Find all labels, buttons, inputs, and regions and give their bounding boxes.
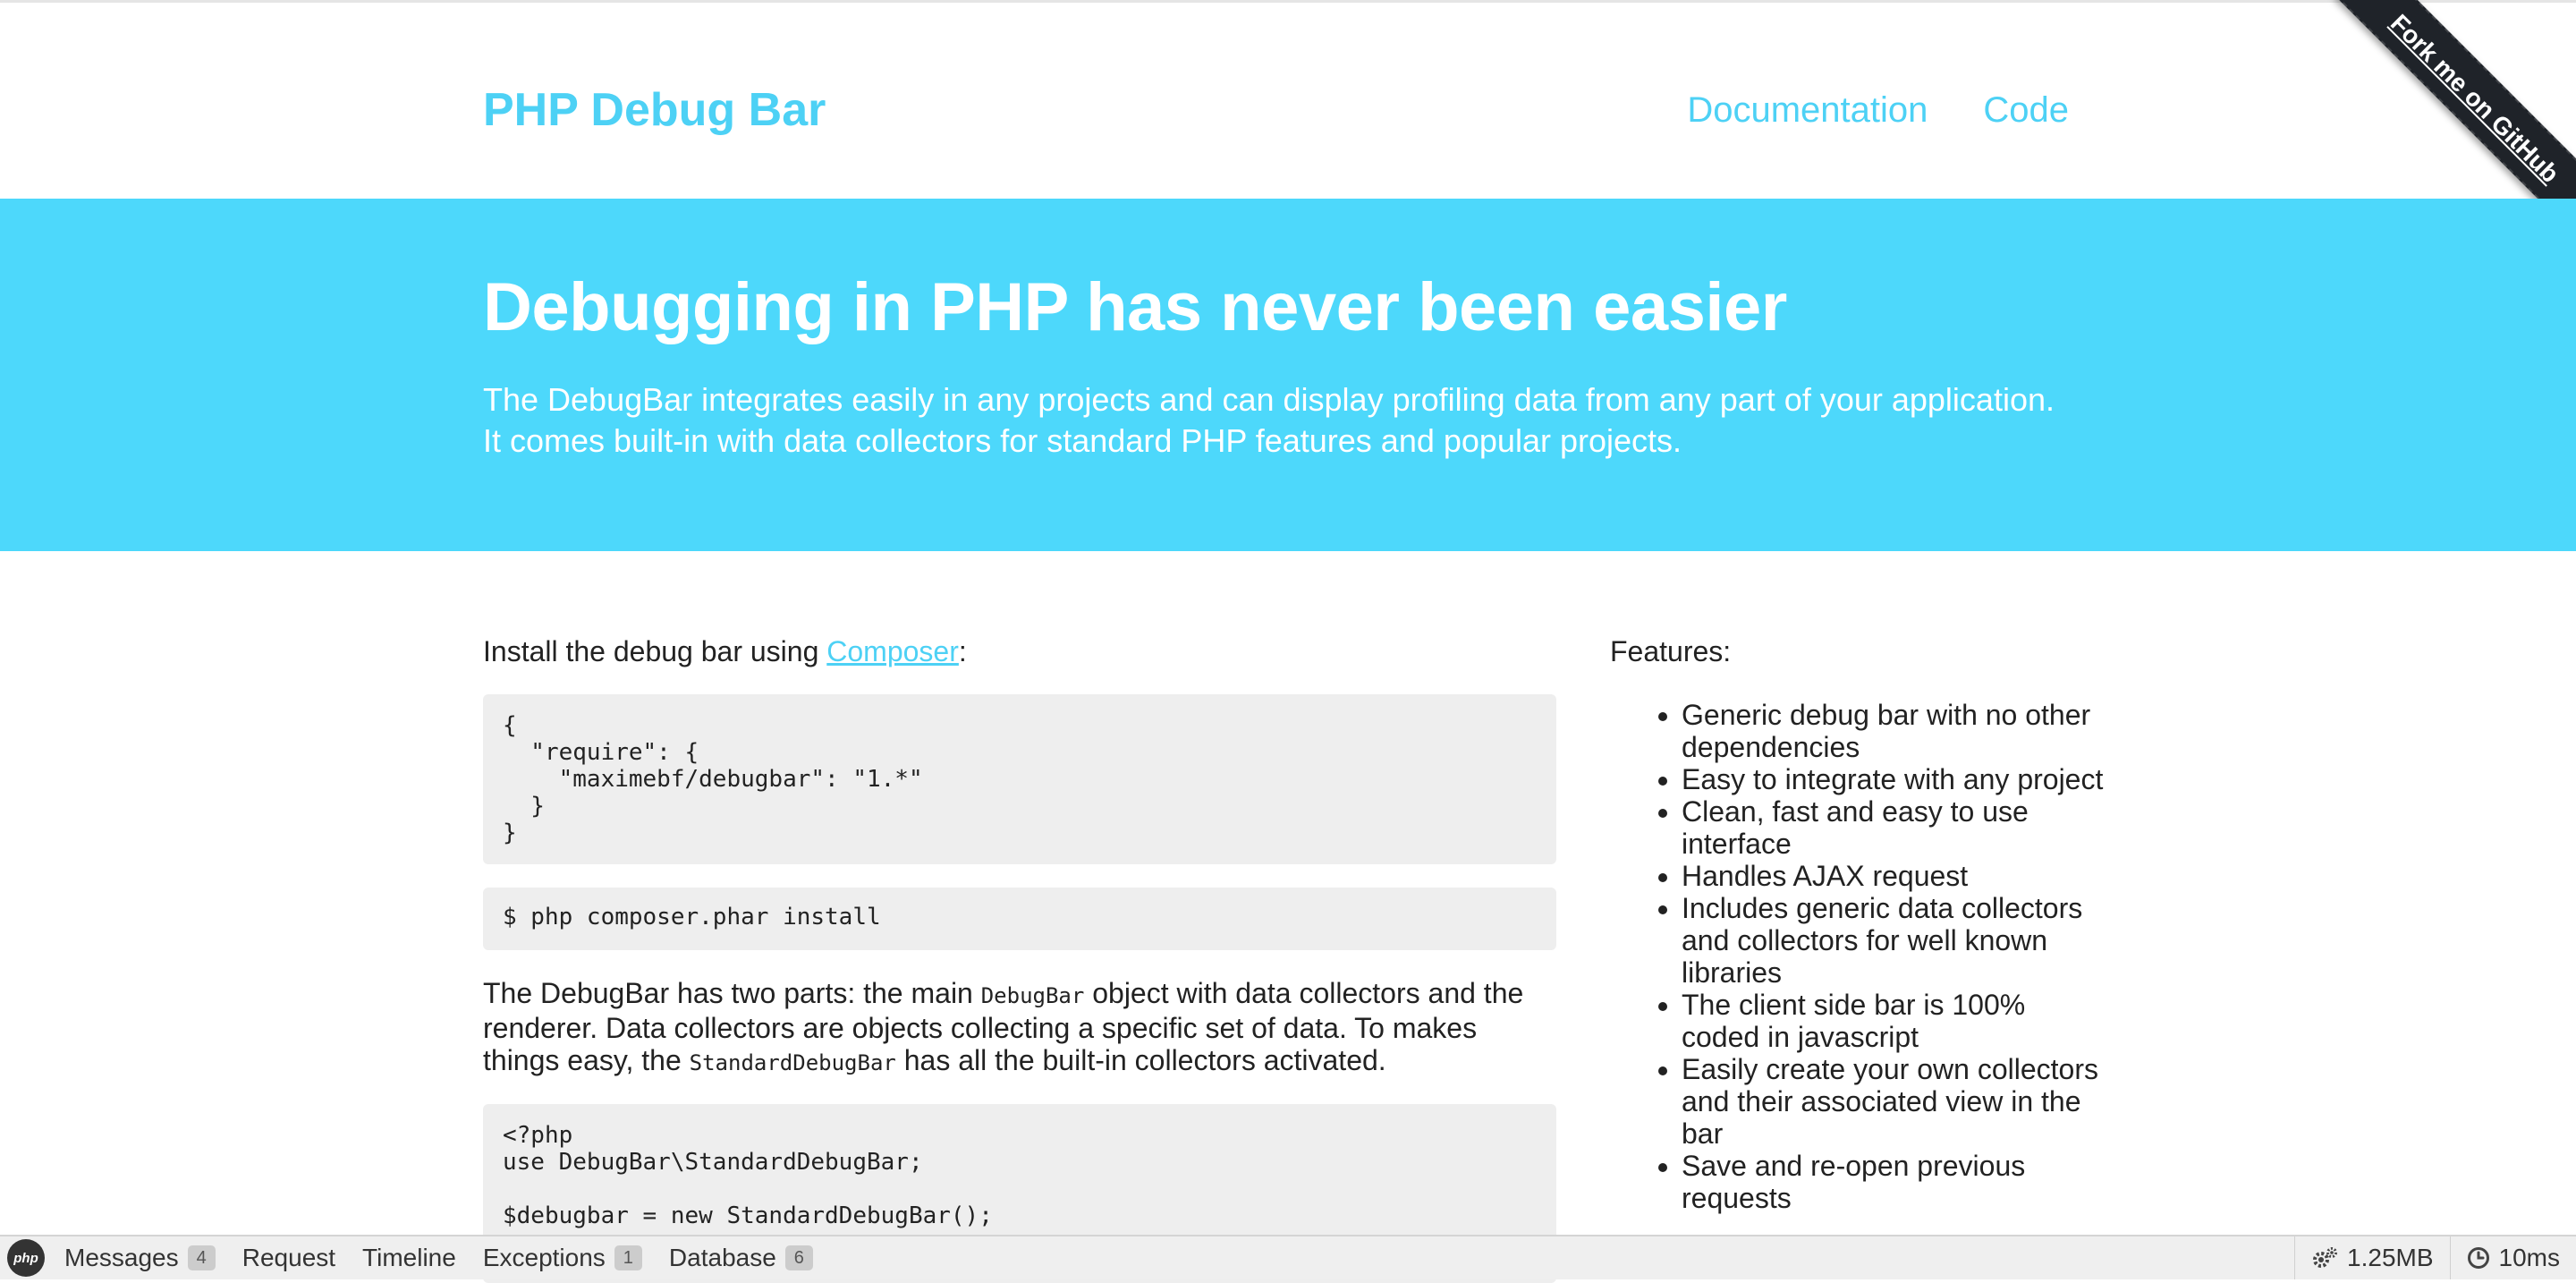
- clock-icon: [2467, 1246, 2490, 1270]
- para-text-1: The DebugBar has two parts: the main: [483, 977, 981, 1009]
- nav-documentation[interactable]: Documentation: [1687, 90, 1928, 131]
- feature-item: Save and re-open previous requests: [1682, 1150, 2111, 1214]
- feature-item: Easy to integrate with any project: [1682, 763, 2111, 795]
- feature-item: Easily create your own collectors and th…: [1682, 1053, 2111, 1150]
- install-suffix: :: [958, 635, 967, 667]
- tab-badge: 4: [187, 1245, 216, 1270]
- debugbar-tab-timeline[interactable]: Timeline: [362, 1244, 456, 1272]
- code-block-install-command: $ php composer.phar install: [483, 888, 1556, 950]
- hero-description: The DebugBar integrates easily in any pr…: [483, 381, 2055, 459]
- tab-label: Exceptions: [482, 1244, 606, 1271]
- features-sidebar: Features: Generic debug bar with no othe…: [1610, 635, 2111, 1214]
- request-duration-indicator[interactable]: 10ms: [2449, 1236, 2576, 1279]
- php-logo-icon[interactable]: php: [7, 1239, 45, 1277]
- hero-title: Debugging in PHP has never been easier: [483, 269, 1787, 345]
- features-list: Generic debug bar with no other dependen…: [1610, 699, 2111, 1214]
- tab-label: Messages: [64, 1244, 179, 1271]
- gears-icon: [2311, 1245, 2338, 1270]
- inline-code-debugbar: DebugBar: [980, 983, 1085, 1008]
- debugbar-tab-exceptions[interactable]: Exceptions 1: [483, 1244, 642, 1272]
- time-value: 10ms: [2498, 1244, 2560, 1271]
- debugbar-stats: 1.25MB 10ms: [2294, 1236, 2576, 1279]
- feature-item: Clean, fast and easy to use interface: [1682, 795, 2111, 860]
- debugbar-parts-paragraph: The DebugBar has two parts: the main Deb…: [483, 977, 1556, 1079]
- site-header: PHP Debug Bar Documentation Code: [0, 3, 2576, 199]
- features-title: Features:: [1610, 635, 1732, 667]
- main-nav: Documentation Code: [1687, 90, 2069, 131]
- tab-label: Timeline: [362, 1244, 456, 1271]
- install-prefix: Install the debug bar using: [483, 635, 827, 667]
- memory-value: 1.25MB: [2347, 1244, 2434, 1271]
- debugbar-tab-database[interactable]: Database 6: [669, 1244, 813, 1272]
- debug-bar: php Messages 4 Request Timeline Exceptio…: [0, 1235, 2576, 1279]
- tab-label: Request: [242, 1244, 336, 1271]
- feature-item: Generic debug bar with no other dependen…: [1682, 699, 2111, 763]
- para-text-3: has all the built-in collectors activate…: [895, 1044, 1386, 1076]
- hero-section: Debugging in PHP has never been easier T…: [0, 199, 2576, 551]
- install-intro: Install the debug bar using Composer:: [483, 635, 967, 667]
- tab-label: Database: [668, 1244, 776, 1271]
- nav-code[interactable]: Code: [1983, 90, 2069, 131]
- debugbar-tab-messages[interactable]: Messages 4: [64, 1244, 216, 1272]
- feature-item: Handles AJAX request: [1682, 860, 2111, 892]
- feature-item: Includes generic data collectors and col…: [1682, 892, 2111, 989]
- brand-link[interactable]: PHP Debug Bar: [483, 83, 826, 137]
- tab-badge: 6: [784, 1245, 813, 1270]
- memory-usage-indicator[interactable]: 1.25MB: [2294, 1236, 2450, 1279]
- feature-item: The client side bar is 100% coded in jav…: [1682, 989, 2111, 1053]
- tab-badge: 1: [614, 1245, 642, 1270]
- code-block-composer-json: { "require": { "maximebf/debugbar": "1.*…: [483, 694, 1556, 864]
- composer-link[interactable]: Composer: [826, 635, 959, 667]
- debugbar-tab-request[interactable]: Request: [242, 1244, 335, 1272]
- inline-code-standarddebugbar: StandardDebugBar: [689, 1050, 896, 1075]
